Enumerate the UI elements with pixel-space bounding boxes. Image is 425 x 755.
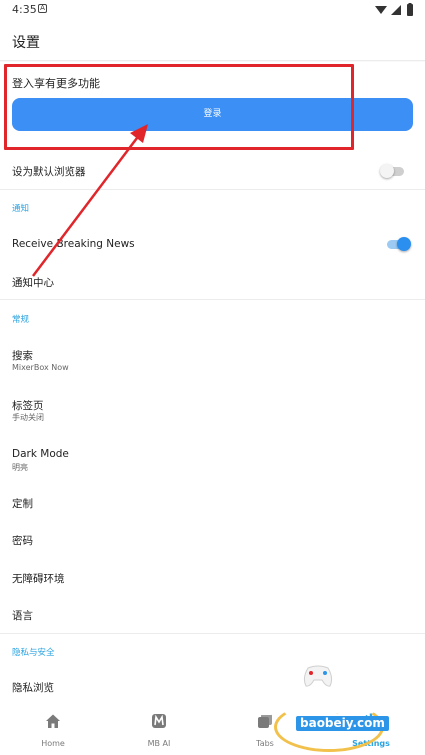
gamepad-icon: [303, 665, 333, 687]
nav-home[interactable]: Home: [0, 705, 106, 755]
password-row[interactable]: 密码: [0, 525, 425, 555]
tabs-setting-value: 手动关闭: [12, 413, 44, 422]
breaking-news-row[interactable]: Receive Breaking News: [0, 228, 425, 262]
signal-icon: [391, 5, 401, 15]
divider: [0, 633, 425, 634]
customize-row[interactable]: 定制: [0, 488, 425, 518]
default-browser-label: 设为默认浏览器: [12, 166, 86, 178]
private-browsing-label: 隐私浏览: [12, 682, 54, 694]
wifi-icon: [375, 6, 387, 14]
dark-mode-row[interactable]: Dark Mode 明亮: [0, 440, 425, 476]
search-setting-row[interactable]: 搜索 MixerBox Now: [0, 340, 425, 376]
accessibility-label: 无障碍环境: [12, 573, 65, 585]
tabs-setting-row[interactable]: 标签页 手动关闭: [0, 390, 425, 426]
notification-center-label: 通知中心: [12, 277, 54, 289]
section-title-privacy: 隐私与安全: [12, 648, 55, 658]
tabs-setting-label: 标签页: [12, 400, 44, 412]
watermark-logo: 宝贝游戏网 baobeiy.com: [244, 660, 394, 755]
language-row[interactable]: 语言: [0, 600, 425, 630]
divider: [0, 299, 425, 300]
divider: [0, 189, 425, 190]
nav-mb-ai-label: MB AI: [147, 739, 171, 748]
search-setting-label: 搜索: [12, 350, 33, 362]
dark-mode-value: 明亮: [12, 463, 28, 472]
default-browser-toggle[interactable]: [380, 164, 406, 178]
notification-icon: A: [38, 4, 47, 13]
section-title-notifications: 通知: [12, 204, 30, 214]
annotation-highlight-box: [4, 64, 354, 150]
section-title-general: 常规: [12, 315, 30, 325]
status-time: 4:35: [12, 3, 37, 16]
default-browser-row[interactable]: 设为默认浏览器: [0, 155, 425, 189]
search-setting-value: MixerBox Now: [12, 363, 69, 372]
nav-home-label: Home: [41, 739, 65, 748]
app-bar-divider: [0, 60, 425, 62]
breaking-news-label: Receive Breaking News: [12, 238, 135, 250]
status-bar: 4:35 A: [0, 0, 425, 20]
customize-label: 定制: [12, 498, 33, 510]
dark-mode-label: Dark Mode: [12, 448, 69, 460]
accessibility-row[interactable]: 无障碍环境: [0, 563, 425, 593]
battery-icon: [407, 4, 413, 16]
page-title: 设置: [12, 35, 40, 51]
app-bar: 设置: [0, 22, 425, 60]
nav-mb-ai[interactable]: MB AI: [106, 705, 212, 755]
system-status-icons: [375, 3, 413, 16]
language-label: 语言: [12, 610, 33, 622]
watermark-url: baobeiy.com: [296, 716, 389, 731]
notification-center-row[interactable]: 通知中心: [0, 266, 425, 298]
home-icon: [46, 714, 60, 728]
password-label: 密码: [12, 535, 33, 547]
breaking-news-toggle[interactable]: [385, 237, 411, 251]
mb-ai-icon: [152, 714, 166, 728]
